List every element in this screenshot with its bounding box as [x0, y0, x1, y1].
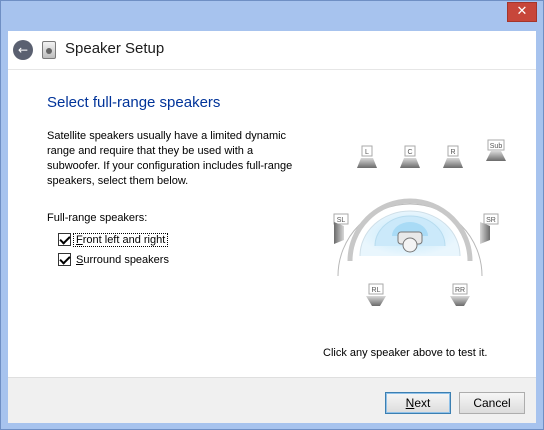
description-text: Satellite speakers usually have a limite…: [47, 130, 293, 187]
listener-head: [402, 237, 418, 253]
checkbox-label: Front left and right: [72, 232, 169, 247]
speaker-layout-diagram: L C R Sub SL SR RL RR: [333, 139, 506, 306]
speaker-setup-window: ✕ ← Speaker Setup Select full-range spea…: [0, 0, 544, 430]
svg-text:Sub: Sub: [490, 143, 503, 150]
checkbox-checked-icon[interactable]: [58, 253, 71, 266]
svg-text:RR: RR: [455, 287, 465, 294]
speaker-subwoofer[interactable]: Sub: [486, 139, 506, 161]
speaker-center[interactable]: C: [400, 145, 420, 168]
speaker-front-left[interactable]: L: [357, 145, 377, 168]
wizard-footer: Next Cancel: [8, 377, 536, 423]
wizard-title: Speaker Setup: [65, 40, 165, 57]
svg-text:R: R: [450, 149, 455, 156]
wizard-content: Select full-range speakers Satellite spe…: [8, 70, 536, 377]
svg-text:SL: SL: [337, 217, 346, 224]
svg-text:RL: RL: [372, 287, 381, 294]
surround-speakers-checkbox[interactable]: Surround speakers: [58, 253, 171, 266]
checkbox-label: Surround speakers: [76, 253, 169, 266]
page-heading: Select full-range speakers: [47, 94, 221, 111]
cancel-button[interactable]: Cancel: [459, 392, 525, 414]
svg-text:L: L: [365, 149, 369, 156]
svg-text:C: C: [407, 149, 412, 156]
checkbox-checked-icon[interactable]: [58, 233, 71, 246]
speaker-icon: [42, 41, 56, 59]
speaker-surround-right[interactable]: SR: [480, 213, 499, 244]
next-button[interactable]: Next: [385, 392, 451, 414]
wizard-header: ← Speaker Setup: [8, 31, 536, 70]
back-arrow-icon[interactable]: ←: [13, 40, 33, 60]
title-bar: ✕: [1, 1, 543, 31]
speaker-front-right[interactable]: R: [443, 145, 463, 168]
full-range-group-label: Full-range speakers:: [47, 212, 148, 224]
speaker-surround-left[interactable]: SL: [333, 213, 349, 244]
test-speaker-hint: Click any speaker above to test it.: [323, 347, 488, 359]
speaker-rear-right[interactable]: RR: [450, 283, 470, 306]
close-button[interactable]: ✕: [507, 2, 537, 22]
front-left-right-checkbox[interactable]: Front left and right: [58, 232, 169, 247]
svg-text:SR: SR: [486, 217, 496, 224]
speaker-rear-left[interactable]: RL: [366, 283, 386, 306]
